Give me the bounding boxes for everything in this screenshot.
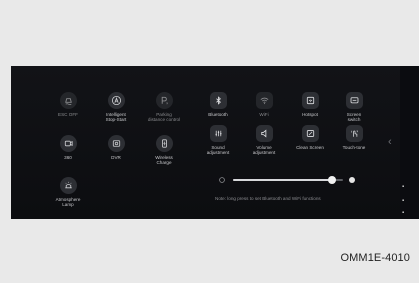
control-center-screen: ESC OFF Intelligent Stop-Start Parking d… [11, 66, 400, 219]
adjacent-screen-edge: ▪ ▪ ▪ [400, 66, 419, 219]
phone-charge-icon [155, 135, 173, 152]
wireless-charge-label: Wireless Charge [155, 155, 173, 166]
ambient-lamp-icon [59, 177, 77, 194]
brightness-slider[interactable] [233, 176, 343, 184]
side-indicator: ▪ [402, 210, 405, 216]
wifi-icon [255, 92, 273, 109]
long-press-note: Note: long press to set Bluetooth and Wi… [215, 196, 321, 201]
brightness-low-icon [219, 177, 225, 183]
screen-switch-button[interactable]: Screen switch [327, 92, 381, 123]
atmosphere-lamp-button[interactable]: Atmosphere Lamp [41, 177, 95, 208]
screen-switch-label: Screen switch [346, 112, 362, 123]
wireless-charge-button[interactable]: Wireless Charge [137, 135, 191, 166]
clean-screen-icon [301, 125, 319, 142]
intelligent-stop-start-label: Intelligent Stop-Start [105, 112, 127, 123]
esc-off-label: ESC OFF [58, 112, 78, 117]
screen-switch-icon [345, 92, 363, 109]
esc-car-icon [59, 92, 77, 109]
brightness-high-icon [349, 177, 355, 183]
atmosphere-lamp-label: Atmosphere Lamp [55, 197, 81, 208]
side-indicator: ▪ [402, 184, 405, 190]
side-indicator: ▪ [402, 198, 405, 204]
brightness-slider-thumb[interactable] [328, 176, 336, 184]
parking-icon [155, 92, 173, 109]
camera-360-button[interactable]: 360 [41, 135, 95, 160]
dvr-label: DVR [111, 155, 121, 160]
camera-360-icon [59, 135, 77, 152]
bluetooth-icon [209, 92, 227, 109]
hotspot-icon [301, 92, 319, 109]
dvr-button[interactable]: DVR [89, 135, 143, 160]
parking-distance-control-label: Parking distance control [147, 112, 181, 123]
touch-tone-label: Touch-tone [342, 145, 366, 150]
chevron-left-icon: ‹ [388, 136, 392, 148]
esc-off-button[interactable]: ESC OFF [41, 92, 95, 117]
dvr-icon [107, 135, 125, 152]
intelligent-stop-start-button[interactable]: Intelligent Stop-Start [89, 92, 143, 123]
camera-360-label: 360 [64, 155, 72, 160]
speaker-icon [255, 125, 273, 142]
brightness-slider-fill [233, 179, 332, 181]
figure-code: OMM1E-4010 [340, 252, 410, 264]
equalizer-icon [209, 125, 227, 142]
collapse-button[interactable]: ‹ [388, 136, 396, 148]
parking-distance-control-button[interactable]: Parking distance control [137, 92, 191, 123]
touch-tone-icon [345, 125, 363, 142]
auto-a-icon [107, 92, 125, 109]
touch-tone-button[interactable]: Touch-tone [327, 125, 381, 150]
